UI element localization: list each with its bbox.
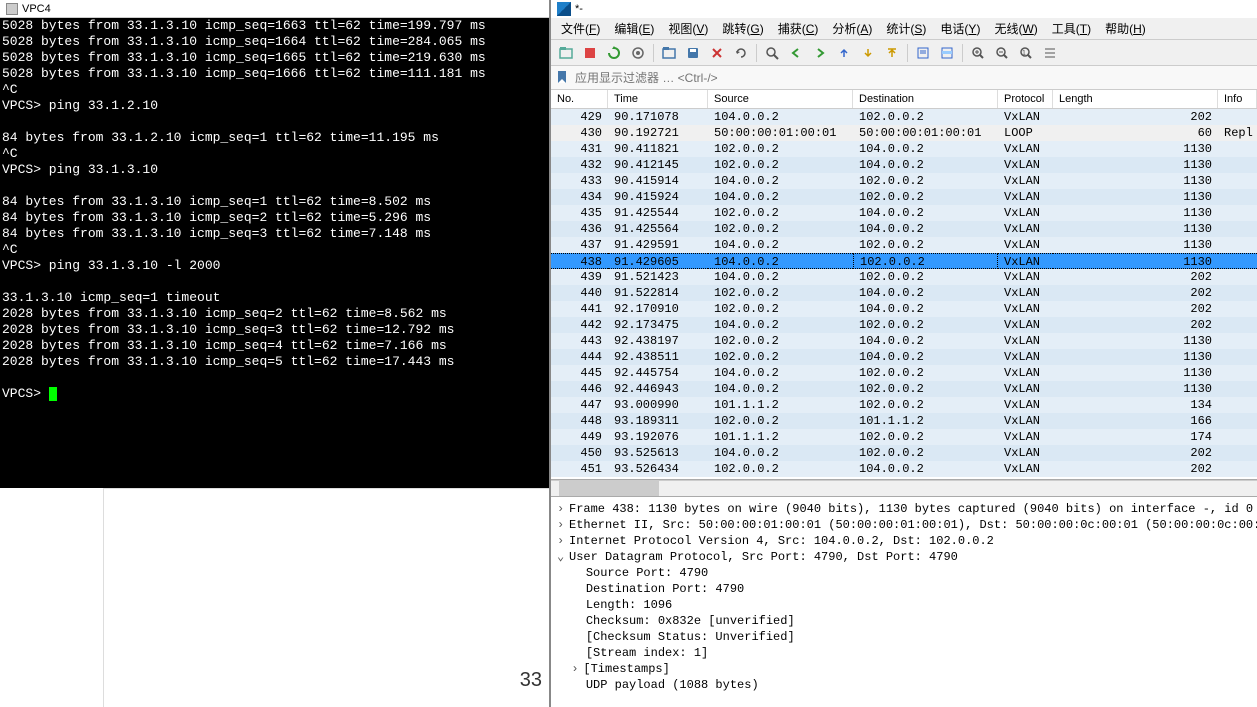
packet-details[interactable]: ›Frame 438: 1130 bytes on wire (9040 bit…: [551, 496, 1257, 707]
packet-row[interactable]: 44993.192076101.1.1.2102.0.0.2VxLAN174: [551, 429, 1257, 445]
menu-item-10[interactable]: 帮助(H): [1099, 18, 1152, 39]
toolbar-stop-icon[interactable]: [579, 42, 601, 64]
packet-row[interactable]: 42990.171078104.0.0.2102.0.0.2VxLAN202: [551, 109, 1257, 125]
toolbar-zoom-in-icon[interactable]: [967, 42, 989, 64]
menu-bar: 文件(F)编辑(E)视图(V)跳转(G)捕获(C)分析(A)统计(S)电话(Y)…: [551, 18, 1257, 40]
terminal-title: VPC4: [22, 3, 51, 15]
toolbar-zoom-reset-icon[interactable]: 1: [1015, 42, 1037, 64]
toolbar-reload-icon[interactable]: [730, 42, 752, 64]
packet-row[interactable]: 44692.446943104.0.0.2102.0.0.2VxLAN1130: [551, 381, 1257, 397]
wireshark-icon: [557, 2, 571, 16]
column-info[interactable]: Info: [1218, 90, 1257, 108]
bookmark-icon[interactable]: [555, 70, 571, 86]
toolbar-save-icon[interactable]: [658, 42, 680, 64]
packet-row[interactable]: 44392.438197102.0.0.2104.0.0.2VxLAN1130: [551, 333, 1257, 349]
packet-row[interactable]: 43591.425544102.0.0.2104.0.0.2VxLAN1130: [551, 205, 1257, 221]
menu-item-2[interactable]: 视图(V): [662, 18, 714, 39]
column-time[interactable]: Time: [608, 90, 708, 108]
display-filter-input[interactable]: [575, 71, 1253, 85]
menu-item-6[interactable]: 统计(S): [880, 18, 932, 39]
detail-payload[interactable]: UDP payload (1088 bytes): [557, 677, 1251, 693]
column-length[interactable]: Length: [1053, 90, 1218, 108]
toolbar-colorize-icon[interactable]: [936, 42, 958, 64]
terminal-output[interactable]: 5028 bytes from 33.1.3.10 icmp_seq=1663 …: [0, 18, 549, 488]
toolbar-next-icon[interactable]: [809, 42, 831, 64]
detail-ethernet[interactable]: ›Ethernet II, Src: 50:00:00:01:00:01 (50…: [557, 517, 1251, 533]
packet-row[interactable]: 43290.412145102.0.0.2104.0.0.2VxLAN1130: [551, 157, 1257, 173]
menu-item-1[interactable]: 编辑(E): [608, 18, 660, 39]
packet-list-header[interactable]: No. Time Source Destination Protocol Len…: [551, 90, 1257, 109]
canvas-label: 33: [520, 669, 542, 692]
toolbar: 1: [551, 40, 1257, 66]
packet-row[interactable]: 43090.19272150:00:00:01:00:0150:00:00:01…: [551, 125, 1257, 141]
detail-timestamps[interactable]: ›[Timestamps]: [557, 661, 1251, 677]
column-source[interactable]: Source: [708, 90, 853, 108]
packet-row[interactable]: 43190.411821102.0.0.2104.0.0.2VxLAN1130: [551, 141, 1257, 157]
detail-length[interactable]: Length: 1096: [557, 597, 1251, 613]
packet-row[interactable]: 44192.170910102.0.0.2104.0.0.2VxLAN202: [551, 301, 1257, 317]
packet-row[interactable]: 45093.525613104.0.0.2102.0.0.2VxLAN202: [551, 445, 1257, 461]
menu-item-3[interactable]: 跳转(G): [716, 18, 769, 39]
toolbar-autoscroll-icon[interactable]: [912, 42, 934, 64]
detail-stream-index[interactable]: [Stream index: 1]: [557, 645, 1251, 661]
menu-item-0[interactable]: 文件(F): [555, 18, 606, 39]
terminal-title-bar[interactable]: VPC4: [0, 0, 549, 18]
detail-dst-port[interactable]: Destination Port: 4790: [557, 581, 1251, 597]
column-protocol[interactable]: Protocol: [998, 90, 1053, 108]
packet-row[interactable]: 43691.425564102.0.0.2104.0.0.2VxLAN1130: [551, 221, 1257, 237]
toolbar-first-icon[interactable]: [857, 42, 879, 64]
toolbar-zoom-out-icon[interactable]: [991, 42, 1013, 64]
menu-item-8[interactable]: 无线(W): [988, 18, 1043, 39]
toolbar-save-as-icon[interactable]: [682, 42, 704, 64]
toolbar-resize-cols-icon[interactable]: [1039, 42, 1061, 64]
toolbar-last-icon[interactable]: [881, 42, 903, 64]
toolbar-find-icon[interactable]: [761, 42, 783, 64]
packet-row[interactable]: 44091.522814102.0.0.2104.0.0.2VxLAN202: [551, 285, 1257, 301]
detail-checksum[interactable]: Checksum: 0x832e [unverified]: [557, 613, 1251, 629]
packet-row[interactable]: 44893.189311102.0.0.2101.1.1.2VxLAN166: [551, 413, 1257, 429]
packet-row[interactable]: 43791.429591104.0.0.2102.0.0.2VxLAN1130: [551, 237, 1257, 253]
packet-list[interactable]: No. Time Source Destination Protocol Len…: [551, 90, 1257, 480]
packet-row[interactable]: 44592.445754104.0.0.2102.0.0.2VxLAN1130: [551, 365, 1257, 381]
menu-item-9[interactable]: 工具(T): [1046, 18, 1097, 39]
packet-row[interactable]: 45193.526434102.0.0.2104.0.0.2VxLAN202: [551, 461, 1257, 477]
packet-row[interactable]: 43490.415924104.0.0.2102.0.0.2VxLAN1130: [551, 189, 1257, 205]
wireshark-title-bar[interactable]: *-: [551, 0, 1257, 18]
packet-row[interactable]: 43891.429605104.0.0.2102.0.0.2VxLAN1130: [551, 253, 1257, 269]
column-no[interactable]: No.: [551, 90, 608, 108]
toolbar-prev-icon[interactable]: [785, 42, 807, 64]
toolbar-close-icon[interactable]: [706, 42, 728, 64]
menu-item-7[interactable]: 电话(Y): [934, 18, 986, 39]
column-destination[interactable]: Destination: [853, 90, 998, 108]
packet-row[interactable]: 44292.173475104.0.0.2102.0.0.2VxLAN202: [551, 317, 1257, 333]
toolbar-jump-icon[interactable]: [833, 42, 855, 64]
toolbar-options-icon[interactable]: [627, 42, 649, 64]
toolbar-open-icon[interactable]: [555, 42, 577, 64]
wireshark-title: *-: [575, 3, 583, 15]
menu-item-4[interactable]: 捕获(C): [772, 18, 825, 39]
detail-udp[interactable]: ⌄User Datagram Protocol, Src Port: 4790,…: [557, 549, 1251, 565]
canvas-area[interactable]: 33: [0, 488, 549, 707]
svg-text:1: 1: [1022, 50, 1026, 57]
packet-list-hscroll[interactable]: [551, 480, 1257, 496]
filter-bar: [551, 66, 1257, 90]
putty-icon: [6, 3, 18, 15]
packet-row[interactable]: 44492.438511102.0.0.2104.0.0.2VxLAN1130: [551, 349, 1257, 365]
packet-row[interactable]: 44793.000990101.1.1.2102.0.0.2VxLAN134: [551, 397, 1257, 413]
detail-frame[interactable]: ›Frame 438: 1130 bytes on wire (9040 bit…: [557, 501, 1251, 517]
toolbar-restart-icon[interactable]: [603, 42, 625, 64]
detail-src-port[interactable]: Source Port: 4790: [557, 565, 1251, 581]
detail-checksum-status[interactable]: [Checksum Status: Unverified]: [557, 629, 1251, 645]
detail-ip[interactable]: ›Internet Protocol Version 4, Src: 104.0…: [557, 533, 1251, 549]
packet-row[interactable]: 43390.415914104.0.0.2102.0.0.2VxLAN1130: [551, 173, 1257, 189]
menu-item-5[interactable]: 分析(A): [826, 18, 878, 39]
packet-row[interactable]: 43991.521423104.0.0.2102.0.0.2VxLAN202: [551, 269, 1257, 285]
